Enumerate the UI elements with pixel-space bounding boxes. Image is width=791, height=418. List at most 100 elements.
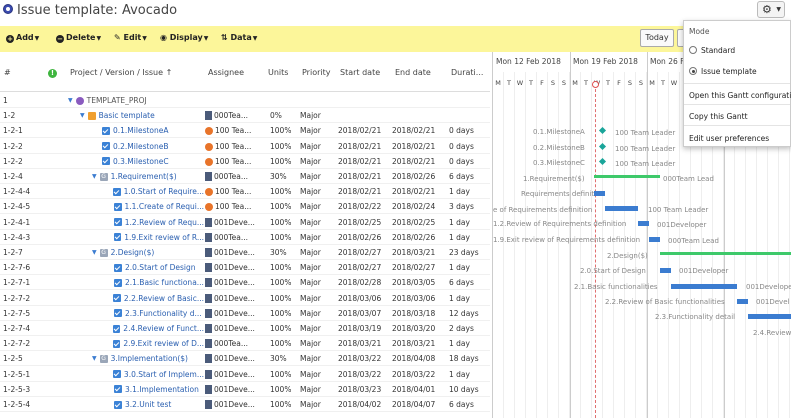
task-bar[interactable] <box>660 268 671 273</box>
table-row[interactable]: 1-2-1 0.1.MilestoneA 100 Tea... 100% Major 20… <box>0 123 490 139</box>
expand-toggle-icon[interactable]: ▼ <box>92 249 97 256</box>
table-row[interactable]: 1-2-7-2 2.2.Review of Basic... 001Deve... 1… <box>0 291 490 306</box>
issue-cell[interactable]: ▼ G 3.Implementation($) <box>92 354 204 363</box>
summary-bar[interactable] <box>660 252 791 255</box>
issue-name[interactable]: 1.1.Create of Requi... <box>125 202 204 211</box>
task-bar[interactable] <box>649 237 660 242</box>
table-row[interactable]: 1-2-4-4 1.0.Start of Require... 100 Tea...… <box>0 184 490 200</box>
milestone-marker[interactable] <box>598 157 607 166</box>
issue-cell[interactable]: ▼ G 2.Design($) <box>92 248 204 257</box>
table-row[interactable]: 1-2-4-1 1.2.Review of Requ... 001Deve... 10… <box>0 215 490 230</box>
mode-issue-template-option[interactable]: Issue template <box>689 67 757 76</box>
table-row[interactable]: 1-2-7-6 2.0.Start of Design 001Deve... 100%… <box>0 260 490 276</box>
issue-cell[interactable]: ▼ TEMPLATE_PROJ <box>68 96 204 105</box>
assignee-cell[interactable]: 100 Tea... <box>205 187 251 197</box>
mode-standard-option[interactable]: Standard <box>689 46 735 55</box>
table-row[interactable]: 1-2-2 0.3.MilestoneC 100 Tea... 100% Major 20… <box>0 154 490 169</box>
issue-name[interactable]: 0.1.MilestoneA <box>113 126 169 135</box>
issue-cell[interactable]: 0.2.MilestoneB <box>92 142 204 151</box>
assignee-cell[interactable]: 100 Tea... <box>205 142 251 151</box>
assignee-cell[interactable]: 100 Tea... <box>205 202 251 212</box>
edit-prefs-item[interactable]: Edit user preferences <box>689 134 769 143</box>
issue-name[interactable]: 3.1.Implementation <box>125 385 199 394</box>
assignee-cell[interactable]: 001Deve... <box>205 217 255 227</box>
copy-gantt-item[interactable]: Copy this Gantt <box>689 112 748 121</box>
task-bar[interactable] <box>748 314 791 319</box>
assignee-cell[interactable]: 001Deve... <box>205 263 255 273</box>
issue-name[interactable]: 2.9.Exit review of D... <box>123 339 204 348</box>
issue-name[interactable]: TEMPLATE_PROJ <box>87 96 147 105</box>
table-row[interactable]: 1-2-5-4 3.2.Unit test 001Deve... 100% Major 2… <box>0 397 490 412</box>
table-row[interactable]: 1-2-7 ▼ G 2.Design($) 001Deve... 30% Major 2018… <box>0 245 490 260</box>
issue-name[interactable]: 3.Implementation($) <box>111 354 188 363</box>
task-bar[interactable] <box>638 221 649 226</box>
milestone-marker[interactable] <box>598 142 607 151</box>
delete-button[interactable]: − Delete▼ <box>56 33 101 43</box>
table-row[interactable]: 1-2-7-5 2.3.Functionality d... 001Deve... 1… <box>0 306 490 321</box>
assignee-cell[interactable]: 000Tea... <box>205 339 248 349</box>
issue-name[interactable]: 3.2.Unit test <box>125 400 171 409</box>
table-row[interactable]: 1-2-5-3 3.1.Implementation 001Deve... 100% M… <box>0 382 490 397</box>
issue-name[interactable]: 2.Design($) <box>111 248 155 257</box>
issue-cell[interactable]: 0.1.MilestoneA <box>92 126 204 135</box>
issue-cell[interactable]: 1.2.Review of Requ... <box>104 218 204 227</box>
issue-cell[interactable]: 3.0.Start of Implem... <box>104 370 204 379</box>
task-bar[interactable] <box>605 206 638 211</box>
col-assignee-header[interactable]: Assignee <box>208 68 244 77</box>
table-row[interactable]: 1 ▼ TEMPLATE_PROJ <box>0 93 490 108</box>
issue-cell[interactable]: 2.1.Basic functiona... <box>104 278 204 287</box>
display-button[interactable]: ◉ Display▼ <box>160 33 208 42</box>
milestone-marker[interactable] <box>598 126 607 135</box>
issue-cell[interactable]: 3.1.Implementation <box>104 385 204 394</box>
table-row[interactable]: 1-2-2 0.2.MilestoneB 100 Tea... 100% Major 20… <box>0 139 490 154</box>
issue-cell[interactable]: 1.1.Create of Requi... <box>104 202 204 211</box>
col-end-header[interactable]: End date <box>395 68 431 77</box>
issue-cell[interactable]: ▼ G 1.Requirement($) <box>92 172 204 181</box>
issue-cell[interactable]: 1.9.Exit review of R... <box>104 233 204 242</box>
task-bar[interactable] <box>594 191 605 196</box>
col-num-header[interactable]: # <box>4 68 11 77</box>
expand-toggle-icon[interactable]: ▼ <box>80 112 85 119</box>
issue-name[interactable]: 3.0.Start of Implem... <box>124 370 204 379</box>
assignee-cell[interactable]: 001Deve... <box>205 293 255 303</box>
assignee-cell[interactable]: 001Deve... <box>205 248 255 257</box>
table-row[interactable]: 1-2-5-1 3.0.Start of Implem... 001Deve... 1… <box>0 367 490 382</box>
issue-cell[interactable]: 0.3.MilestoneC <box>92 157 204 166</box>
col-units-header[interactable]: Units <box>268 68 288 77</box>
assignee-cell[interactable]: 100 Tea... <box>205 126 251 136</box>
col-project-header[interactable]: Project / Version / Issue ↑ <box>70 68 172 77</box>
assignee-cell[interactable]: 001Deve... <box>205 384 255 394</box>
table-row[interactable]: 1-2-7-4 2.4.Review of Funct... 001Deve... 1… <box>0 321 490 336</box>
table-row[interactable]: 1-2-4 ▼ G 1.Requirement($) 000Tea... 30% Major… <box>0 169 490 184</box>
assignee-cell[interactable]: 001Deve... <box>205 400 255 409</box>
assignee-cell[interactable]: 001Deve... <box>205 354 255 364</box>
assignee-cell[interactable]: 001Deve... <box>205 369 255 379</box>
issue-cell[interactable]: 2.3.Functionality d... <box>104 309 204 318</box>
issue-name[interactable]: 0.3.MilestoneC <box>113 157 169 166</box>
table-row[interactable]: 1-2-4-5 1.1.Create of Requi... 100 Tea... 1… <box>0 199 490 215</box>
issue-cell[interactable]: 2.2.Review of Basic... <box>104 294 204 303</box>
issue-name[interactable]: Basic template <box>99 111 155 120</box>
issue-name[interactable]: 2.4.Review of Funct... <box>123 324 204 333</box>
issue-cell[interactable]: 2.9.Exit review of D... <box>104 339 204 348</box>
issue-name[interactable]: 1.Requirement($) <box>111 172 177 181</box>
issue-cell[interactable]: 2.4.Review of Funct... <box>104 324 204 333</box>
summary-bar[interactable] <box>594 175 660 178</box>
assignee-cell[interactable]: 000Tea... <box>205 172 248 181</box>
table-row[interactable]: 1-2-7-2 2.9.Exit review of D... 000Tea... 1… <box>0 336 490 352</box>
issue-name[interactable]: 2.0.Start of Design <box>125 263 196 272</box>
table-row[interactable]: 1-2 ▼ Basic template 000Tea... 0% Major <box>0 108 490 124</box>
issue-name[interactable]: 1.0.Start of Require... <box>124 187 204 196</box>
issue-name[interactable]: 2.2.Review of Basic... <box>124 294 204 303</box>
issue-cell[interactable]: 3.2.Unit test <box>104 400 204 409</box>
issue-cell[interactable]: 2.0.Start of Design <box>104 263 204 272</box>
assignee-cell[interactable]: 001Deve... <box>205 278 255 288</box>
assignee-cell[interactable]: 100 Tea... <box>205 157 251 166</box>
expand-toggle-icon[interactable]: ▼ <box>92 355 97 362</box>
col-alert-header[interactable]: ! <box>48 68 57 78</box>
col-start-header[interactable]: Start date <box>340 68 380 77</box>
table-row[interactable]: 1-2-4-3 1.9.Exit review of R... 000Tea... 1… <box>0 230 490 245</box>
expand-toggle-icon[interactable]: ▼ <box>68 97 73 104</box>
assignee-cell[interactable]: 000Tea... <box>205 111 248 121</box>
assignee-cell[interactable]: 001Deve... <box>205 308 255 318</box>
